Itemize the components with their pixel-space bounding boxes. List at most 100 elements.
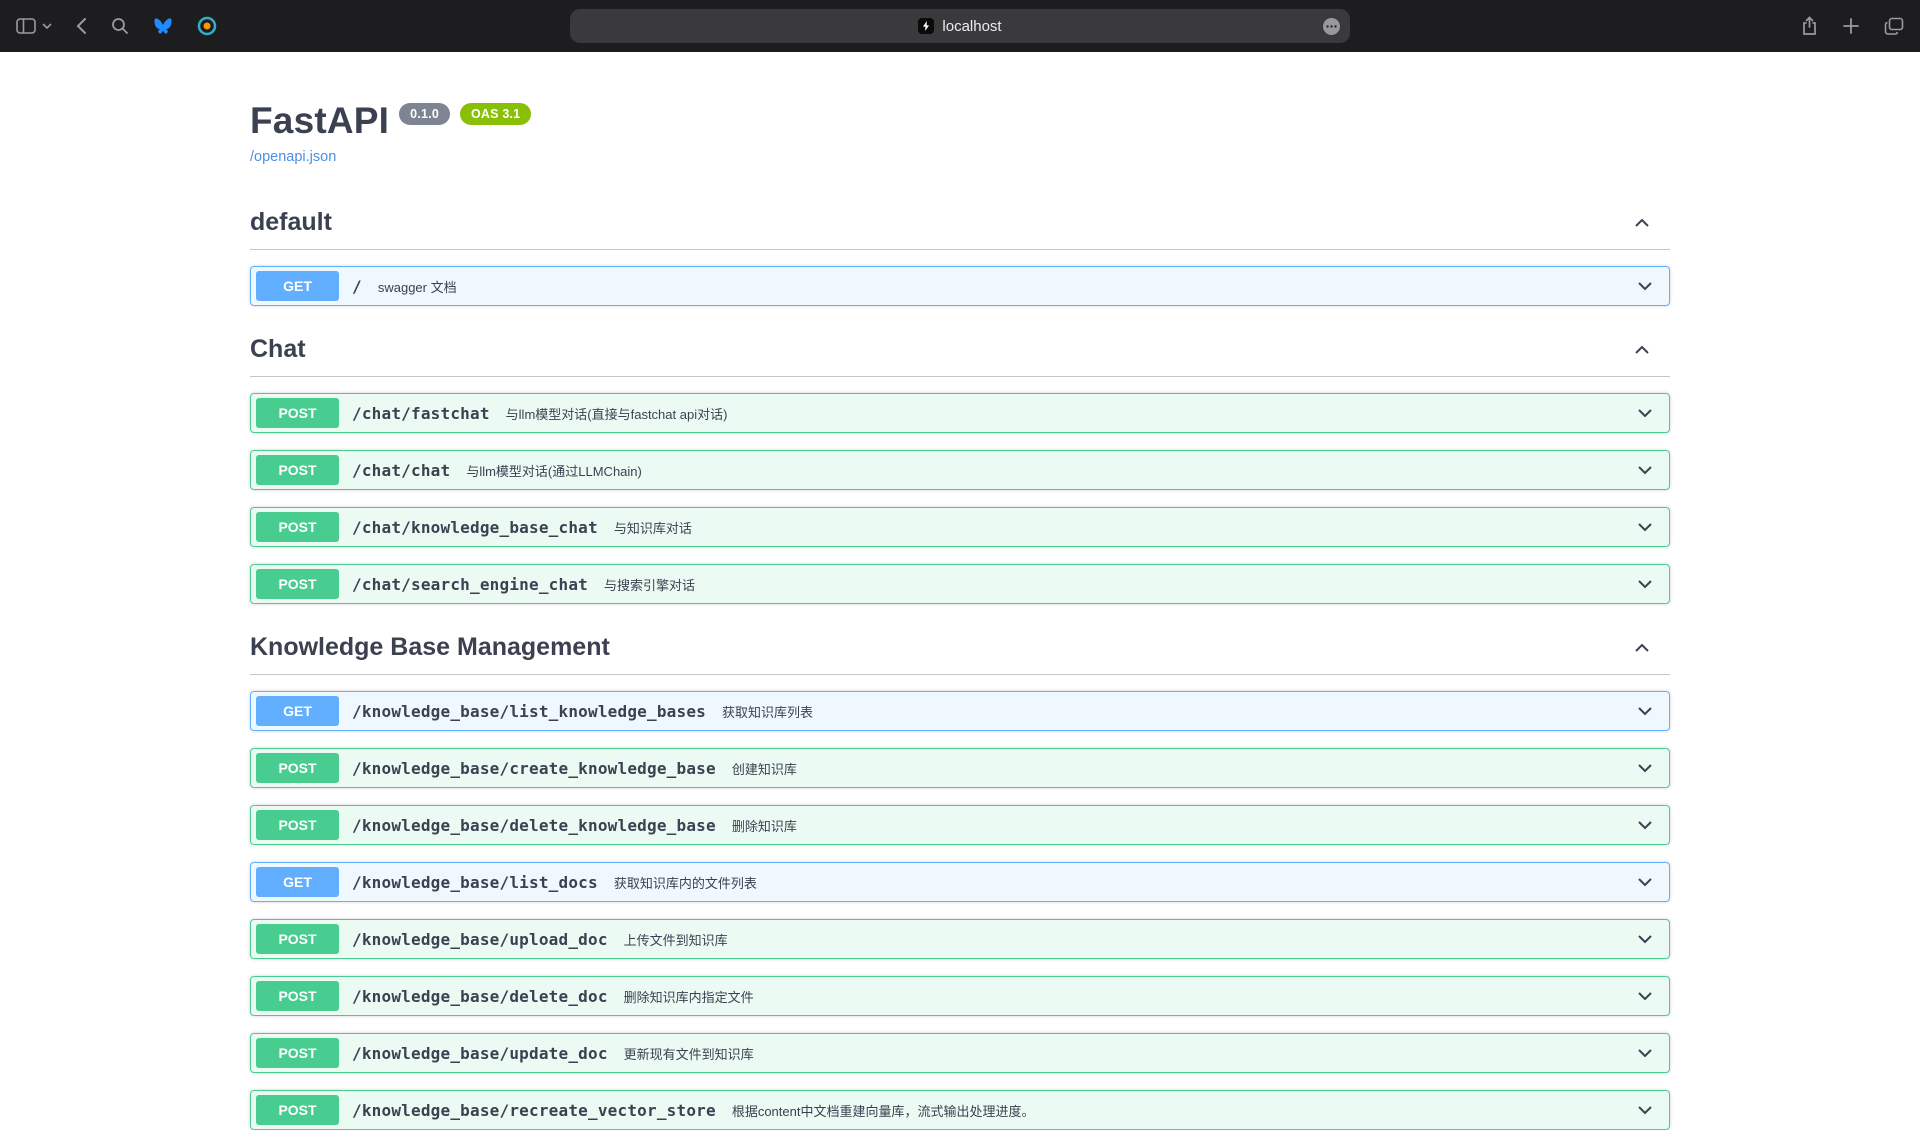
expand-endpoint-button[interactable]	[1635, 460, 1655, 480]
back-button[interactable]	[76, 17, 87, 35]
chevron-up-icon	[1632, 213, 1652, 233]
collapse-section-button[interactable]	[1632, 340, 1652, 360]
search-button[interactable]	[111, 17, 129, 35]
endpoint-row[interactable]: POST/knowledge_base/upload_doc上传文件到知识库	[250, 919, 1670, 959]
endpoint-path: /knowledge_base/upload_doc	[352, 930, 608, 949]
expand-endpoint-button[interactable]	[1635, 517, 1655, 537]
collapse-section-button[interactable]	[1632, 213, 1652, 233]
api-title: FastAPI	[250, 100, 389, 141]
endpoint-description: swagger 文档	[378, 277, 1625, 296]
method-badge: POST	[256, 512, 339, 542]
oas-badge: OAS 3.1	[460, 103, 531, 125]
page-menu-button[interactable]	[1322, 17, 1341, 36]
sidebar-toggle-button[interactable]	[16, 18, 36, 34]
method-badge: POST	[256, 455, 339, 485]
method-badge: POST	[256, 924, 339, 954]
openapi-spec-link[interactable]: /openapi.json	[250, 149, 336, 165]
endpoint-path: /chat/knowledge_base_chat	[352, 518, 598, 537]
endpoint-row[interactable]: GET/knowledge_base/list_knowledge_bases获…	[250, 691, 1670, 731]
api-tag-section: default GET / swagger 文档	[250, 196, 1670, 306]
bluesky-app-button[interactable]	[153, 17, 173, 35]
endpoint-row[interactable]: POST/knowledge_base/create_knowledge_bas…	[250, 748, 1670, 788]
api-info: FastAPI0.1.0OAS 3.1 /openapi.json	[250, 100, 1670, 166]
chevron-down-icon	[1635, 872, 1655, 892]
tag-header[interactable]: Knowledge Base Management	[250, 621, 1670, 675]
focus-ring-app-icon	[197, 16, 217, 36]
endpoint-description: 删除知识库内指定文件	[624, 987, 1625, 1006]
tab-overview-button[interactable]	[1884, 17, 1904, 36]
endpoint-description: 与知识库对话	[614, 518, 1625, 537]
endpoint-row[interactable]: POST/knowledge_base/update_doc更新现有文件到知识库	[250, 1033, 1670, 1073]
chevron-up-icon	[1632, 340, 1652, 360]
method-badge: POST	[256, 981, 339, 1011]
focus-app-button[interactable]	[197, 16, 217, 36]
endpoint-row[interactable]: POST/chat/knowledge_base_chat 与知识库对话	[250, 507, 1670, 547]
expand-endpoint-button[interactable]	[1635, 403, 1655, 423]
method-badge: GET	[256, 867, 339, 897]
method-badge: GET	[256, 271, 339, 301]
endpoint-path: /knowledge_base/recreate_vector_store	[352, 1101, 716, 1120]
method-badge: POST	[256, 753, 339, 783]
back-icon	[76, 17, 87, 35]
endpoint-description: 获取知识库内的文件列表	[614, 873, 1625, 892]
endpoint-path: /chat/fastchat	[352, 404, 490, 423]
expand-endpoint-button[interactable]	[1635, 276, 1655, 296]
endpoint-description: 创建知识库	[732, 759, 1625, 778]
tag-header[interactable]: default	[250, 196, 1670, 250]
chevron-down-icon	[1635, 1043, 1655, 1063]
tag-title: default	[250, 208, 332, 237]
expand-endpoint-button[interactable]	[1635, 1100, 1655, 1120]
expand-endpoint-button[interactable]	[1635, 758, 1655, 778]
chevron-down-icon	[1635, 986, 1655, 1006]
expand-endpoint-button[interactable]	[1635, 574, 1655, 594]
chevron-down-icon	[1635, 701, 1655, 721]
expand-endpoint-button[interactable]	[1635, 872, 1655, 892]
endpoint-path: /knowledge_base/delete_doc	[352, 987, 608, 1006]
endpoint-path: /knowledge_base/update_doc	[352, 1044, 608, 1063]
endpoint-row[interactable]: GET/knowledge_base/list_docs 获取知识库内的文件列表	[250, 862, 1670, 902]
expand-endpoint-button[interactable]	[1635, 986, 1655, 1006]
expand-endpoint-button[interactable]	[1635, 815, 1655, 835]
address-bar[interactable]: localhost	[570, 9, 1350, 43]
endpoint-row[interactable]: POST/knowledge_base/recreate_vector_stor…	[250, 1090, 1670, 1130]
endpoint-row[interactable]: POST/knowledge_base/delete_knowledge_bas…	[250, 805, 1670, 845]
site-favicon-icon	[918, 18, 934, 34]
endpoint-path: /knowledge_base/delete_knowledge_base	[352, 816, 716, 835]
endpoint-path: /knowledge_base/create_knowledge_base	[352, 759, 716, 778]
endpoint-row[interactable]: POST/chat/fastchat与llm模型对话(直接与fastchat a…	[250, 393, 1670, 433]
endpoint-description: 与搜索引擎对话	[604, 575, 1625, 594]
bluesky-app-icon	[153, 17, 173, 35]
endpoint-path: /knowledge_base/list_knowledge_bases	[352, 702, 706, 721]
swagger-ui: FastAPI0.1.0OAS 3.1 /openapi.json defaul…	[250, 100, 1670, 1130]
tag-title: Chat	[250, 335, 306, 364]
endpoint-row[interactable]: GET / swagger 文档	[250, 266, 1670, 306]
chevron-down-icon	[1635, 276, 1655, 296]
expand-endpoint-button[interactable]	[1635, 1043, 1655, 1063]
sidebar-menu-button[interactable]	[42, 22, 52, 30]
new-tab-button[interactable]	[1842, 17, 1860, 35]
chevron-down-icon	[1635, 929, 1655, 949]
method-badge: POST	[256, 1095, 339, 1125]
sidebar-toggle-icon	[16, 18, 36, 34]
endpoint-path: /knowledge_base/list_docs	[352, 873, 598, 892]
api-tag-section: ChatPOST/chat/fastchat与llm模型对话(直接与fastch…	[250, 323, 1670, 604]
endpoint-row[interactable]: POST/knowledge_base/delete_doc 删除知识库内指定文件	[250, 976, 1670, 1016]
method-badge: GET	[256, 696, 339, 726]
endpoint-path: /	[352, 277, 362, 296]
endpoint-description: 更新现有文件到知识库	[624, 1044, 1625, 1063]
share-button[interactable]	[1801, 16, 1818, 36]
page-menu-icon	[1322, 17, 1341, 36]
chevron-down-icon	[1635, 758, 1655, 778]
endpoint-description: 与llm模型对话(直接与fastchat api对话)	[506, 404, 1625, 423]
endpoint-row[interactable]: POST/chat/chat与llm模型对话(通过LLMChain)	[250, 450, 1670, 490]
endpoint-description: 根据content中文档重建向量库，流式输出处理进度。	[732, 1101, 1625, 1120]
endpoint-row[interactable]: POST/chat/search_engine_chat与搜索引擎对话	[250, 564, 1670, 604]
chevron-down-icon	[1635, 1100, 1655, 1120]
collapse-section-button[interactable]	[1632, 638, 1652, 658]
url-text: localhost	[942, 18, 1001, 35]
expand-endpoint-button[interactable]	[1635, 701, 1655, 721]
chevron-down-icon	[1635, 574, 1655, 594]
expand-endpoint-button[interactable]	[1635, 929, 1655, 949]
chevron-down-icon	[1635, 460, 1655, 480]
tag-header[interactable]: Chat	[250, 323, 1670, 377]
